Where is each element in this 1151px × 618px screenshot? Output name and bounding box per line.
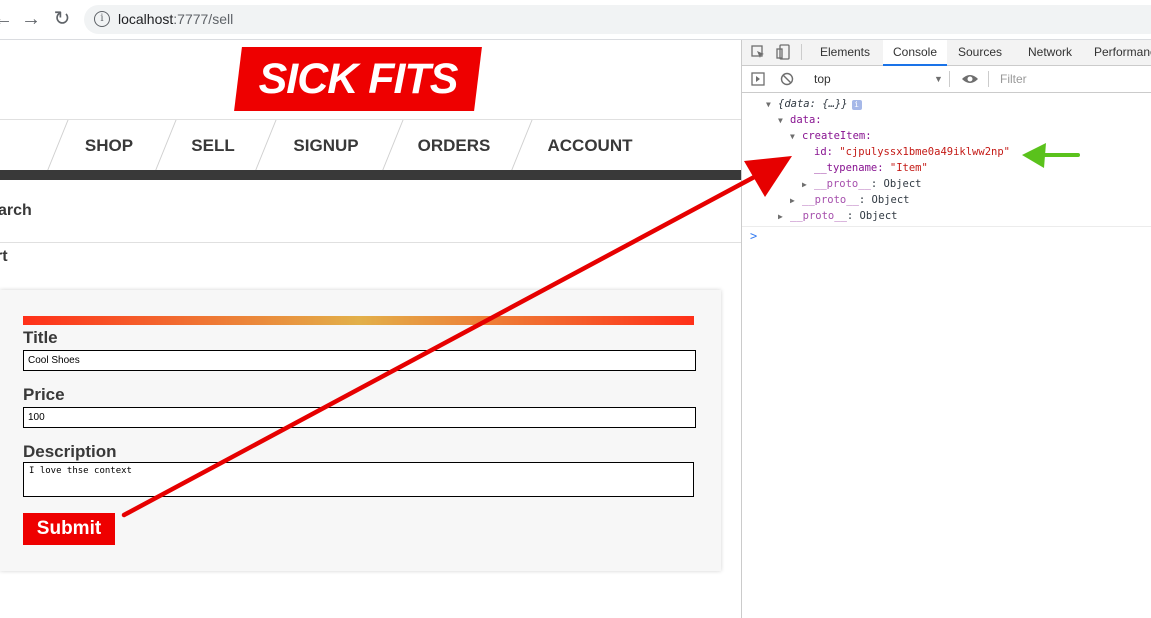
tab-performance[interactable]: Performanc xyxy=(1094,40,1151,65)
devtools-panel: Elements Console Sources Network Perform… xyxy=(741,40,1151,618)
url-text: localhost:7777/sell xyxy=(118,11,233,27)
back-icon[interactable]: ← xyxy=(0,8,14,30)
nav-account[interactable]: ACCOUNT xyxy=(524,120,656,171)
expand-triangle-icon[interactable]: ▼ xyxy=(766,97,778,113)
url-host: localhost xyxy=(118,11,174,27)
console-divider xyxy=(742,226,1151,227)
tab-sources[interactable]: Sources xyxy=(954,40,1006,65)
title-input[interactable]: Cool Shoes xyxy=(23,350,696,371)
tab-elements[interactable]: Elements xyxy=(814,40,876,65)
console-key: data: xyxy=(790,114,822,126)
inspect-element-icon[interactable] xyxy=(751,45,765,59)
browser-chrome: ← → ↻ i localhost:7777/sell xyxy=(0,0,1151,40)
info-badge-icon: i xyxy=(851,100,862,110)
toolbar-separator xyxy=(801,44,802,60)
console-filter-input[interactable]: Filter xyxy=(1000,66,1027,92)
console-key: __proto__ xyxy=(790,210,847,222)
console-prompt[interactable]: > xyxy=(750,228,757,244)
collapse-triangle-icon[interactable]: ▶ xyxy=(790,193,802,209)
search-row[interactable]: arch xyxy=(0,202,741,243)
submit-button[interactable]: Submit xyxy=(23,513,115,545)
nav-orders[interactable]: ORDERS xyxy=(395,120,513,171)
collapse-triangle-icon[interactable]: ▶ xyxy=(778,209,790,225)
description-textarea[interactable]: I love thse context xyxy=(23,462,694,497)
url-path: :7777/sell xyxy=(173,11,234,27)
nav-underline xyxy=(0,170,741,180)
console-typename-value: "Item" xyxy=(889,162,928,174)
context-selector[interactable]: top xyxy=(814,66,831,92)
nav-sell[interactable]: SELL xyxy=(168,120,258,171)
console-key: __proto__ xyxy=(802,194,859,206)
console-root-text: {data: {…}} xyxy=(778,98,848,110)
console-key: createItem: xyxy=(802,130,872,142)
web-page: SICK FITS SHOP SELL SIGNUP ORDERS ACCOUN… xyxy=(0,40,741,618)
console-key: __typename: xyxy=(814,162,884,174)
clear-console-icon[interactable] xyxy=(780,72,794,86)
console-root-entry[interactable]: ▼ {data: {…}} i xyxy=(766,96,862,112)
console-data-entry[interactable]: ▼ data: xyxy=(778,112,822,128)
console-key: id: xyxy=(814,146,833,158)
search-label: arch xyxy=(0,202,32,219)
console-typename-entry: __typename: "Item" xyxy=(814,160,928,176)
logo-text: SICK FITS xyxy=(258,55,458,103)
console-proto-entry[interactable]: ▶ __proto__: Object xyxy=(790,192,909,208)
console-id-entry: id: "cjpulyssx1bme0a49iklww2np" xyxy=(814,144,1010,160)
cart-label: rt xyxy=(0,248,8,265)
toolbar-separator xyxy=(988,71,989,87)
devtools-tabbar: Elements Console Sources Network Perform… xyxy=(742,40,1151,66)
collapse-triangle-icon[interactable]: ▶ xyxy=(802,177,814,193)
address-bar[interactable]: i localhost:7777/sell xyxy=(84,5,1151,34)
nav-signup[interactable]: SIGNUP xyxy=(268,120,384,171)
nav-shop[interactable]: SHOP xyxy=(60,120,158,171)
sidebar-toggle-icon[interactable] xyxy=(751,72,765,86)
title-label: Title xyxy=(23,328,58,347)
console-proto-entry[interactable]: ▶ __proto__: Object xyxy=(778,208,897,224)
reload-icon[interactable]: ↻ xyxy=(51,8,73,30)
description-label: Description xyxy=(23,442,117,461)
tab-network[interactable]: Network xyxy=(1019,40,1081,65)
toolbar-separator xyxy=(949,71,950,87)
console-id-value: "cjpulyssx1bme0a49iklww2np" xyxy=(839,146,1010,158)
logo[interactable]: SICK FITS xyxy=(234,47,482,111)
create-item-form: Title Cool Shoes Price 100 Description I… xyxy=(0,290,721,571)
console-value: : Object xyxy=(846,210,898,222)
main-nav: SHOP SELL SIGNUP ORDERS ACCOUNT xyxy=(0,119,741,172)
form-gradient-bar xyxy=(23,316,694,325)
price-label: Price xyxy=(23,385,65,404)
console-value: : Object xyxy=(870,178,922,190)
info-icon[interactable]: i xyxy=(94,11,110,27)
price-input[interactable]: 100 xyxy=(23,407,696,428)
dropdown-arrow-icon[interactable]: ▼ xyxy=(934,66,943,92)
console-value: : Object xyxy=(858,194,910,206)
tab-console[interactable]: Console xyxy=(883,40,947,66)
console-proto-entry[interactable]: ▶ __proto__: Object xyxy=(802,176,921,192)
device-toolbar-icon[interactable] xyxy=(776,44,792,60)
expand-triangle-icon[interactable]: ▼ xyxy=(778,113,790,129)
console-createitem-entry[interactable]: ▼ createItem: xyxy=(790,128,872,144)
console-toolbar: top ▼ Filter xyxy=(742,66,1151,93)
forward-icon[interactable]: → xyxy=(20,8,42,30)
eye-icon[interactable] xyxy=(961,73,979,85)
console-key: __proto__ xyxy=(814,178,871,190)
expand-triangle-icon[interactable]: ▼ xyxy=(790,129,802,145)
